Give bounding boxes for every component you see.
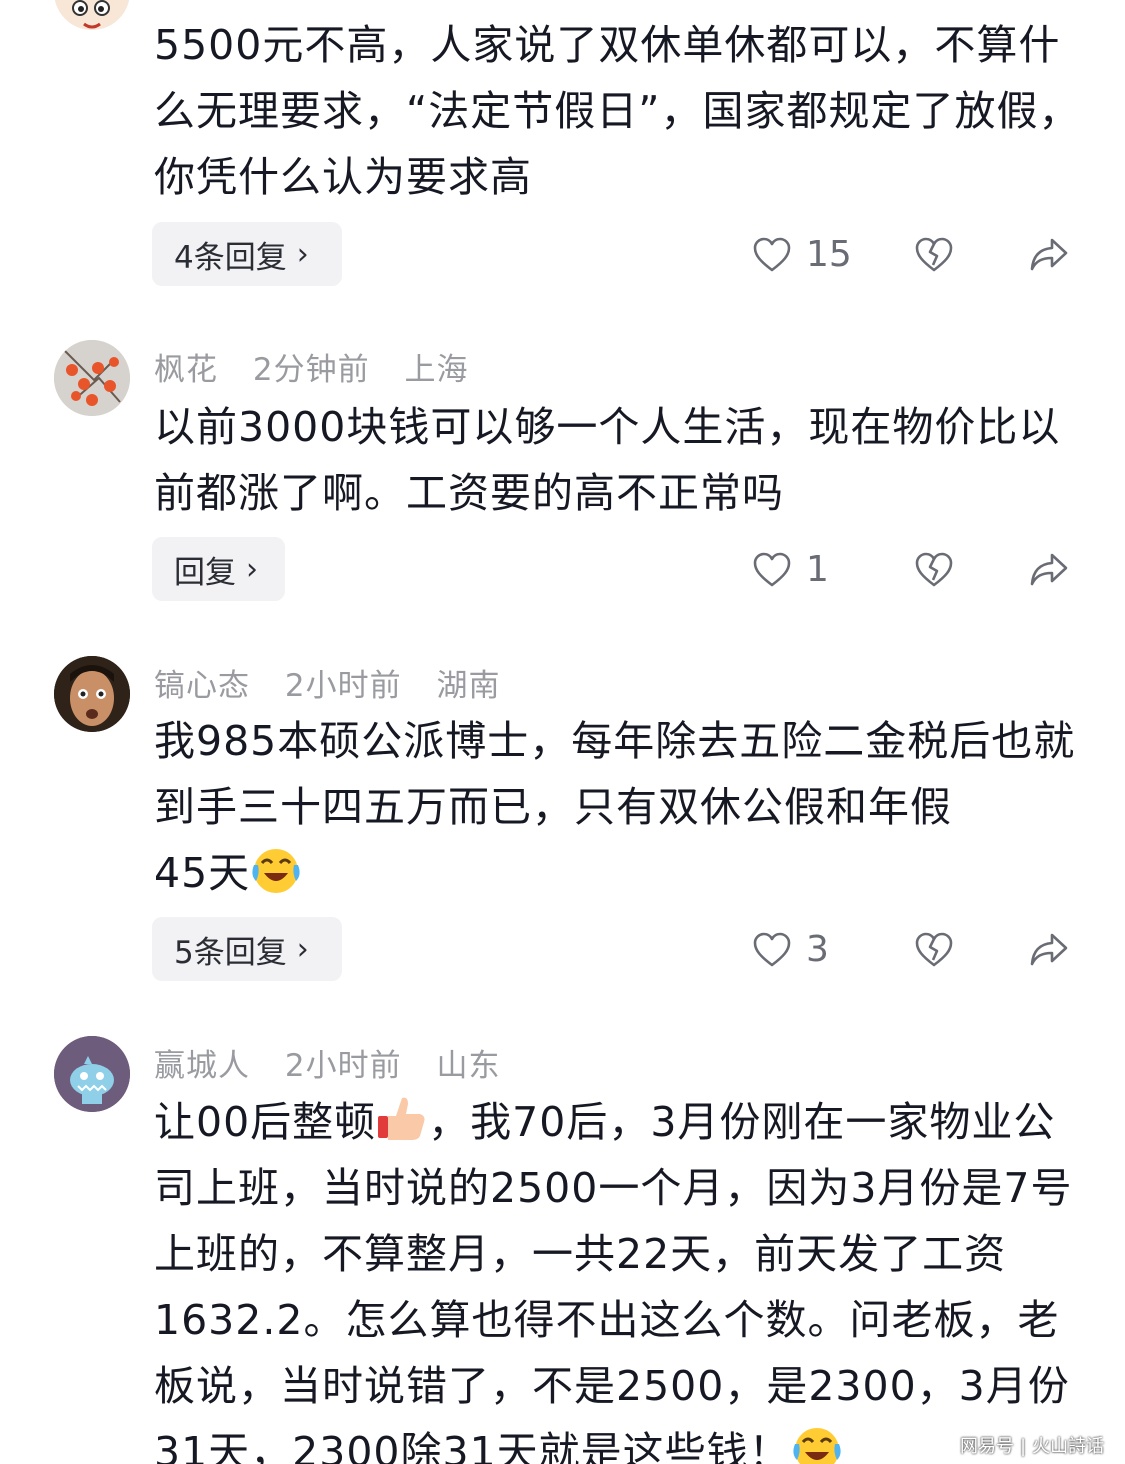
laughing-crying-emoji [793, 1428, 841, 1464]
username[interactable]: 赢城人 [154, 1048, 250, 1084]
comment-text-line1: 我985本硕公派博士，每年除去五险二金税后也就到手三十四五万而已，只有双休公假和… [154, 717, 1076, 831]
avatar-blue-monster [54, 1036, 130, 1112]
comment-meta: 镐心态 2小时前 湖南 [154, 660, 524, 705]
comment-meta: 枫花 2分钟前 上海 [154, 344, 492, 389]
comment-text: 让00后整顿 ，我70后，3月份刚在一家物业公司上班，当时说的2500一个月，因… [154, 1089, 1084, 1464]
like-count: 15 [806, 234, 852, 275]
avatar-surprised-man [54, 656, 130, 732]
like-button[interactable]: 3 [752, 929, 829, 970]
heart-outline-icon [753, 237, 791, 271]
broken-heart-icon[interactable] [914, 235, 954, 275]
timestamp: 2分钟前 [252, 352, 370, 388]
avatar[interactable] [54, 1036, 130, 1112]
comment-text-part1: 让00后整顿 [154, 1098, 377, 1146]
laughing-crying-emoji [252, 849, 300, 893]
comment-text: 5500元不高，人家说了双休单休都可以，不算什么无理要求，“法定节假日”，国家都… [154, 21, 1081, 201]
username[interactable]: 枫花 [154, 352, 218, 388]
comment-text-line2: 45天 [154, 849, 251, 897]
reply-label: 5条回复 [174, 934, 287, 971]
like-count: 3 [806, 929, 829, 970]
heart-outline-icon [753, 932, 791, 966]
share-arrow-icon[interactable] [1028, 235, 1070, 275]
reply-button[interactable]: 回复 › [152, 537, 285, 601]
avatar-persimmons [54, 340, 130, 416]
timestamp: 2小时前 [284, 668, 402, 704]
thumbs-up-emoji [378, 1097, 425, 1140]
comment-text: 我985本硕公派博士，每年除去五险二金税后也就到手三十四五万而已，只有双休公假和… [154, 708, 1084, 906]
comment-meta: 赢城人 2小时前 山东 [154, 1040, 524, 1085]
share-arrow-icon[interactable] [1028, 930, 1070, 970]
comment-text-part2: ，我70后，3月份刚在一家物业公司上班，当时说的2500一个月，因为3月份是7号… [154, 1098, 1073, 1464]
view-replies-button[interactable]: 4条回复 › [152, 222, 342, 286]
heart-outline-icon [753, 552, 791, 586]
avatar[interactable] [54, 0, 130, 30]
like-count: 1 [806, 549, 829, 590]
share-arrow-icon[interactable] [1028, 550, 1070, 590]
location: 上海 [404, 352, 469, 388]
like-button[interactable]: 1 [752, 549, 829, 590]
chevron-right-icon: › [246, 551, 258, 587]
watermark-left: 网易号 [960, 1436, 1014, 1457]
reply-label: 回复 [174, 554, 236, 591]
avatar[interactable] [54, 656, 130, 732]
watermark-right: 火山詩话 [1032, 1436, 1105, 1457]
username[interactable]: 镐心态 [154, 668, 250, 704]
location: 湖南 [436, 668, 501, 704]
avatar[interactable] [54, 340, 130, 416]
like-button[interactable]: 15 [752, 234, 852, 275]
broken-heart-icon[interactable] [914, 930, 954, 970]
timestamp: 2小时前 [284, 1048, 402, 1084]
broken-heart-icon[interactable] [914, 550, 954, 590]
watermark: 网易号 | 火山詩话 [960, 1436, 1105, 1457]
view-replies-button[interactable]: 5条回复 › [152, 917, 342, 981]
chevron-right-icon: › [296, 931, 309, 967]
avatar-cartoon-face [54, 0, 130, 30]
reply-label: 4条回复 [174, 239, 287, 276]
comment-text: 以前3000块钱可以够一个人生活，现在物价比以前都涨了啊。工资要的高不正常吗 [154, 403, 1061, 517]
chevron-right-icon: › [296, 236, 309, 272]
location: 山东 [436, 1048, 501, 1084]
